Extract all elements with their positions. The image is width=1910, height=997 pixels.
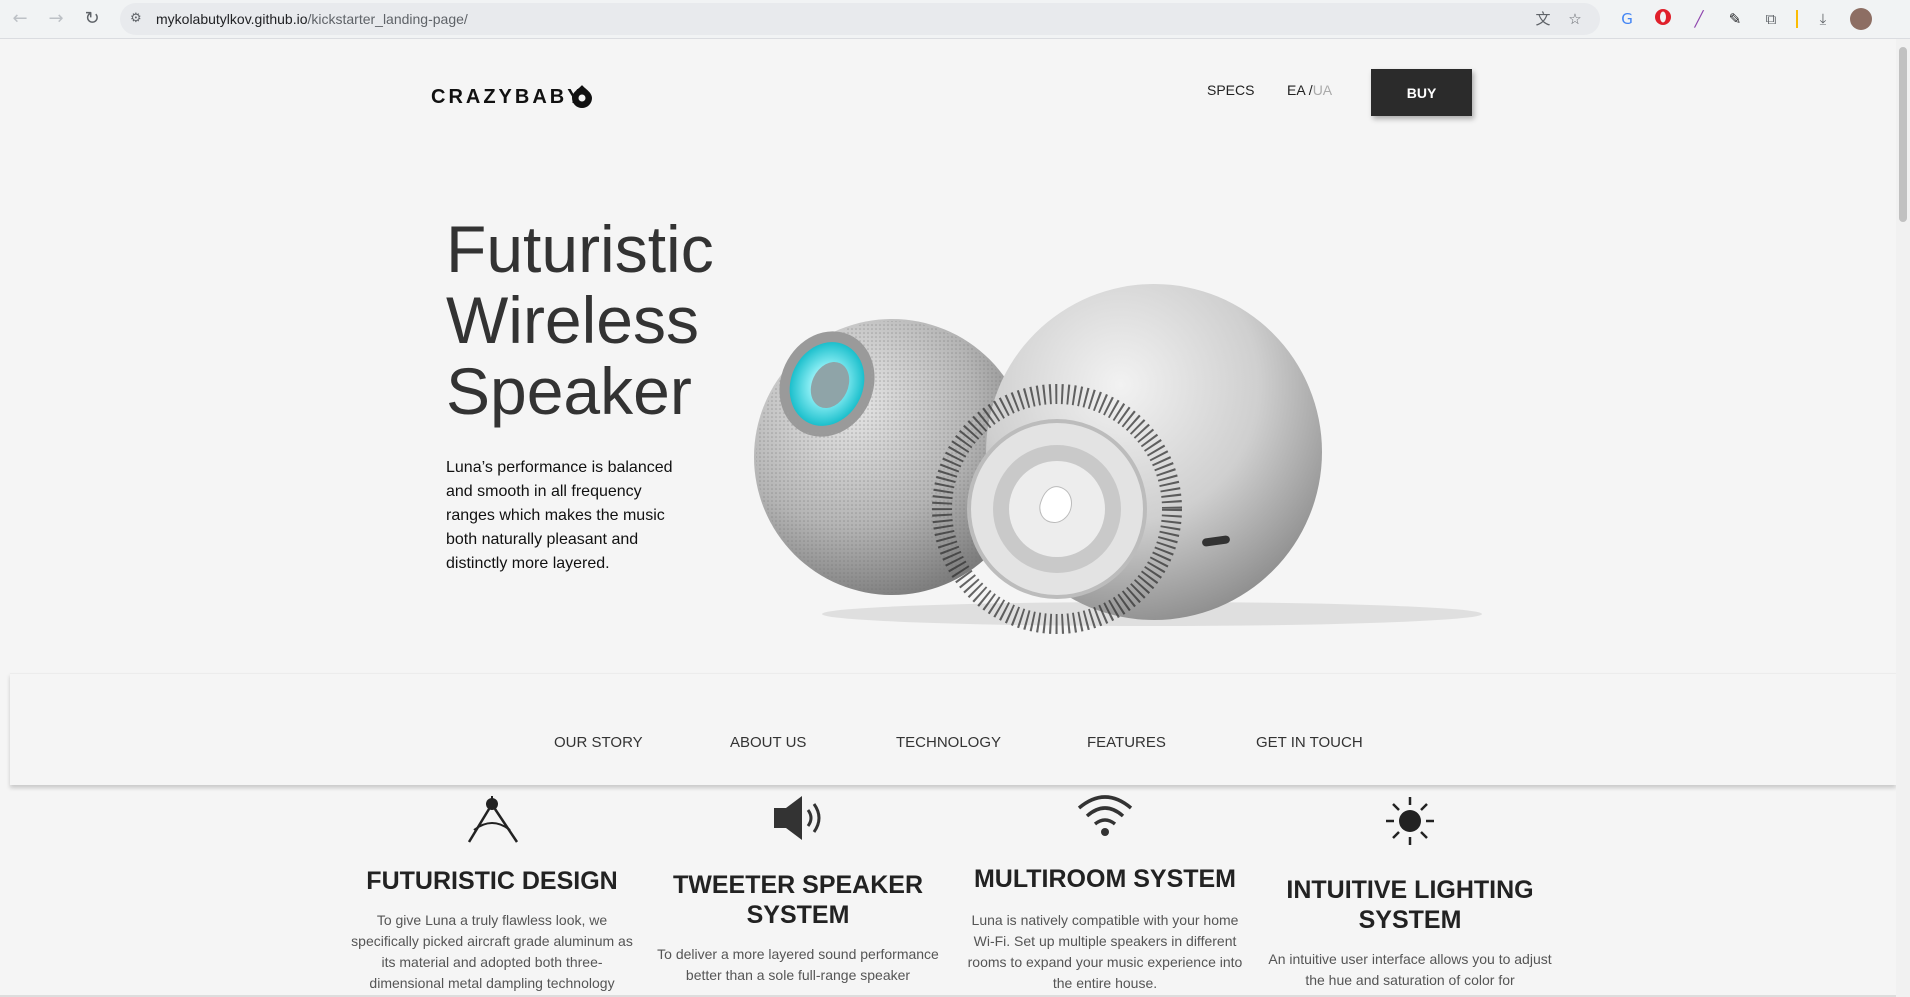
hero-title-line-1: Futuristic	[446, 212, 714, 286]
feature-text: To give Luna a truly flawless look, we s…	[351, 912, 633, 991]
compass-icon	[467, 796, 519, 843]
lang-ea-link[interactable]: EA	[1287, 82, 1305, 98]
reload-icon[interactable]: ↻	[80, 7, 104, 31]
feature-futuristic-design: FUTURISTIC DESIGN To give Luna a truly f…	[347, 790, 637, 994]
wifi-icon	[1077, 795, 1133, 836]
feature-title: MULTIROOM SYSTEM	[973, 865, 1237, 893]
browser-toolbar: ← → ↻ ⚙ mykolabutylkov.github.io/kicksta…	[0, 0, 1910, 39]
hero-description: Luna’s performance is balanced and smoot…	[446, 459, 673, 572]
hero-title: Futuristic Wireless Speaker	[446, 214, 746, 427]
lang-ua-link[interactable]: UA	[1313, 82, 1332, 98]
logo-drop-icon[interactable]	[571, 84, 593, 108]
nav-our-story[interactable]: OUR STORY	[554, 734, 643, 751]
vertical-scrollbar[interactable]	[1896, 39, 1910, 997]
nav-features[interactable]: FEATURES	[1087, 734, 1166, 751]
feature-text: An intuitive user interface allows you t…	[1268, 951, 1552, 988]
feature-multiroom-system: MULTIROOM SYSTEM Luna is natively compat…	[960, 790, 1250, 994]
feature-title: TWEETER SPEAKER SYSTEM	[672, 871, 924, 929]
feature-text: Luna is natively compatible with your ho…	[967, 912, 1243, 991]
pen-extension-icon[interactable]: ╱	[1688, 8, 1710, 30]
hero-title-line-3: Speaker	[446, 354, 692, 428]
google-translate-extension-icon[interactable]: G	[1616, 8, 1638, 30]
feature-text: To deliver a more layered sound performa…	[657, 946, 939, 983]
nav-technology[interactable]: TECHNOLOGY	[896, 734, 1001, 751]
section-navigation: OUR STORY ABOUT US TECHNOLOGY FEATURES G…	[10, 673, 1896, 785]
feature-intuitive-lighting: INTUITIVE LIGHTING SYSTEM An intuitive u…	[1265, 793, 1555, 991]
bookmark-star-icon[interactable]: ☆	[1566, 10, 1584, 28]
toolbar-divider	[1796, 10, 1798, 28]
feature-title: INTUITIVE LIGHTING SYSTEM	[1286, 876, 1534, 934]
extensions-puzzle-icon[interactable]: ⧉	[1760, 8, 1782, 30]
buy-button[interactable]: BUY	[1371, 69, 1472, 116]
feature-title: FUTURISTIC DESIGN	[366, 867, 618, 895]
scrollbar-thumb[interactable]	[1899, 47, 1907, 222]
download-icon[interactable]: ⤓	[1812, 8, 1834, 30]
sun-icon	[1386, 797, 1434, 845]
speakers-product-image	[754, 284, 1482, 634]
address-bar[interactable]: ⚙ mykolabutylkov.github.io/kickstarter_l…	[120, 3, 1600, 35]
eyedropper-extension-icon[interactable]: ✎	[1724, 8, 1746, 30]
speaker-icon	[774, 796, 821, 840]
translate-icon[interactable]: 文	[1534, 10, 1552, 28]
arrow-right-icon[interactable]: →	[44, 7, 68, 31]
hero-title-line-2: Wireless	[446, 283, 700, 357]
url-text[interactable]: mykolabutylkov.github.io/kickstarter_lan…	[156, 11, 468, 27]
nav-specs-link[interactable]: SPECS	[1207, 82, 1254, 98]
nav-about-us[interactable]: ABOUT US	[730, 734, 806, 751]
opera-extension-icon[interactable]	[1652, 8, 1674, 30]
site-info-icon[interactable]: ⚙	[130, 11, 146, 27]
language-switch[interactable]: EA /UA	[1287, 82, 1332, 98]
big-speaker	[932, 284, 1322, 634]
profile-avatar[interactable]	[1850, 8, 1872, 30]
logo-text[interactable]: CRAZYBABY	[431, 86, 584, 109]
nav-get-in-touch[interactable]: GET IN TOUCH	[1256, 734, 1363, 751]
feature-tweeter-speaker: TWEETER SPEAKER SYSTEM To deliver a more…	[653, 790, 943, 986]
arrow-left-icon[interactable]: ←	[8, 7, 32, 31]
landing-page: CRAZYBABY SPECS EA /UA BUY Futuristic Wi…	[0, 39, 1896, 995]
